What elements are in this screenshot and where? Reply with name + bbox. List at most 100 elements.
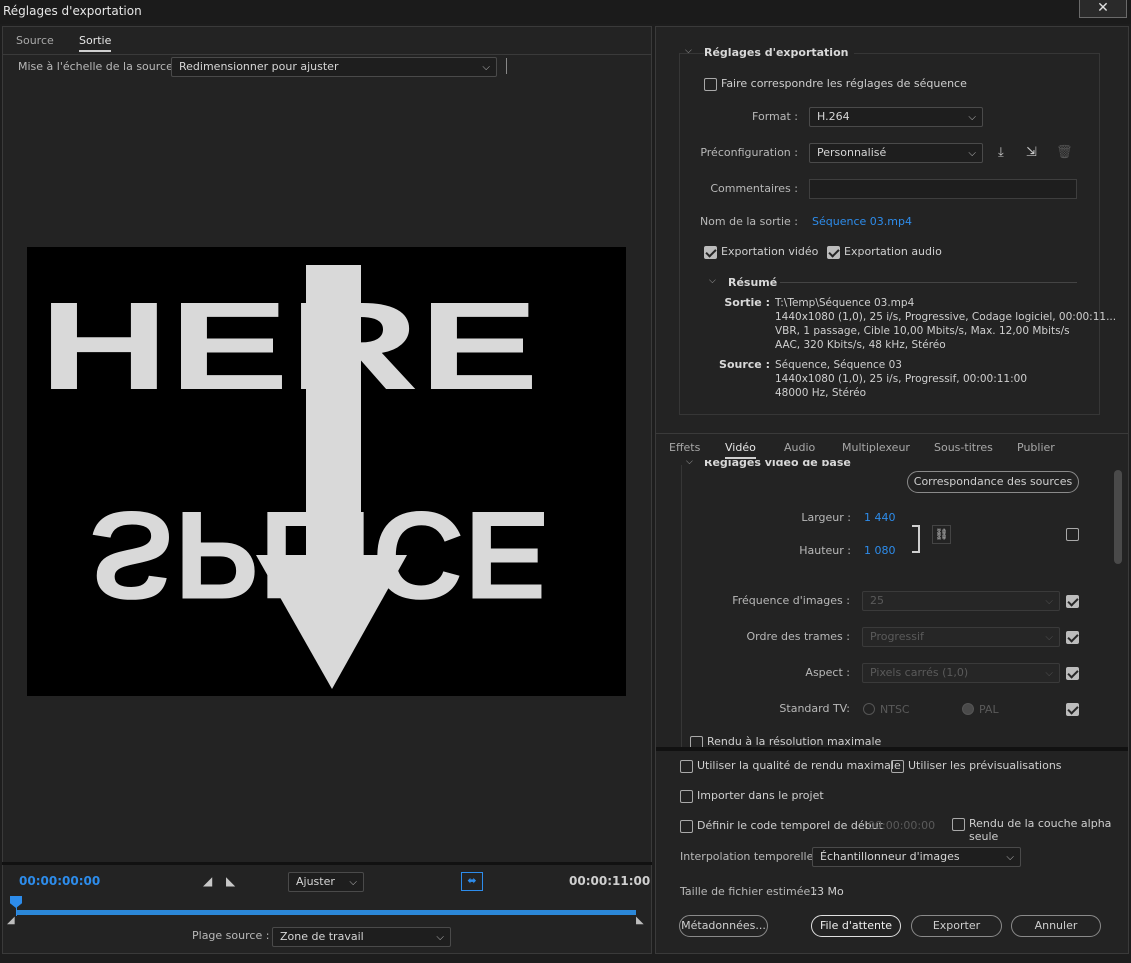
tab-video[interactable]: Vidéo bbox=[725, 441, 756, 459]
chevron-down-icon: ⌵ bbox=[482, 62, 490, 73]
alpha-only-checkbox[interactable] bbox=[952, 818, 965, 831]
export-video-label: Exportation vidéo bbox=[721, 245, 819, 258]
ntsc-label: NTSC bbox=[880, 703, 910, 716]
tab-source[interactable]: Source bbox=[16, 34, 54, 47]
size-override-checkbox[interactable] bbox=[1066, 528, 1079, 541]
ntsc-radio[interactable] bbox=[863, 703, 875, 715]
match-sources-button[interactable]: Correspondance des sources bbox=[907, 471, 1079, 493]
video-section-title: Réglages vidéo de base bbox=[704, 460, 851, 469]
divider bbox=[3, 54, 651, 55]
preset-dropdown[interactable]: Personnalisé ⌵ bbox=[809, 143, 983, 163]
start-timecode-value[interactable]: 00:00:00:00 bbox=[868, 819, 935, 832]
title-bar: Réglages d'exportation ✕ bbox=[0, 0, 1131, 24]
range-dropdown[interactable]: Zone de travail ⌵ bbox=[272, 927, 451, 947]
mark-in-icon[interactable]: ◢ bbox=[203, 874, 212, 888]
height-value[interactable]: 1 080 bbox=[864, 544, 896, 557]
mark-out-icon[interactable]: ◣ bbox=[226, 874, 235, 888]
arrow-shaft bbox=[306, 265, 361, 565]
export-settings-title: Réglages d'exportation bbox=[704, 46, 855, 59]
divider bbox=[506, 58, 507, 74]
match-sequence-checkbox[interactable] bbox=[704, 78, 717, 91]
out-point-icon[interactable]: ◣ bbox=[636, 915, 644, 926]
tab-effects[interactable]: Effets bbox=[669, 441, 700, 454]
link-bracket bbox=[912, 525, 920, 553]
end-timecode: 00:00:11:00 bbox=[569, 874, 651, 888]
format-value: H.264 bbox=[817, 110, 850, 123]
aspect-label: Aspect : bbox=[805, 666, 850, 679]
chevron-down-icon: ⌵ bbox=[1006, 852, 1014, 863]
tab-audio[interactable]: Audio bbox=[784, 441, 815, 454]
summary-source-label: Source : bbox=[719, 358, 770, 371]
fps-dropdown[interactable]: 25 ⌵ bbox=[862, 591, 1060, 611]
divider bbox=[656, 433, 1128, 434]
export-audio-checkbox[interactable] bbox=[827, 246, 840, 259]
fps-checkbox[interactable] bbox=[1066, 595, 1079, 608]
export-button[interactable]: Exporter bbox=[911, 915, 1002, 937]
output-name-link[interactable]: Séquence 03.mp4 bbox=[812, 215, 912, 228]
save-preset-icon[interactable]: ⤓ bbox=[998, 145, 1004, 160]
field-order-checkbox[interactable] bbox=[1066, 631, 1079, 644]
fit-value: Ajuster bbox=[296, 875, 335, 888]
crop-icon[interactable]: ⬌ bbox=[461, 872, 483, 891]
delete-preset-icon[interactable]: 🗑 bbox=[1056, 145, 1073, 160]
max-quality-checkbox[interactable] bbox=[680, 760, 693, 773]
video-preview: HERE SPLICE bbox=[27, 247, 626, 696]
summary-output: T:\Temp\Séquence 03.mp4 1440x1080 (1,0),… bbox=[775, 297, 1117, 351]
use-previews-label: Utiliser les prévisualisations bbox=[908, 759, 1062, 772]
interpolation-dropdown[interactable]: Échantillonneur d'images ⌵ bbox=[812, 847, 1021, 867]
divider bbox=[2, 862, 652, 865]
chevron-down-icon[interactable]: ⌵ bbox=[709, 276, 716, 286]
tv-standard-checkbox[interactable] bbox=[1066, 703, 1079, 716]
start-timecode-checkbox[interactable] bbox=[680, 820, 693, 833]
queue-button[interactable]: File d'attente bbox=[811, 915, 901, 937]
format-dropdown[interactable]: H.264 ⌵ bbox=[809, 107, 983, 127]
unlink-icon[interactable]: ⛓ bbox=[932, 525, 951, 544]
max-resolution-checkbox[interactable] bbox=[690, 736, 703, 747]
import-project-checkbox[interactable] bbox=[680, 790, 693, 803]
output-name-label: Nom de la sortie : bbox=[699, 215, 798, 228]
metadata-button[interactable]: Métadonnées... bbox=[679, 915, 768, 937]
chevron-down-icon: ⌵ bbox=[349, 877, 357, 888]
format-label: Format : bbox=[752, 110, 798, 123]
scale-dropdown[interactable]: Redimensionner pour ajuster ⌵ bbox=[171, 57, 497, 77]
chevron-down-icon[interactable]: ⌵ bbox=[685, 46, 692, 56]
file-size-value: 13 Mo bbox=[810, 885, 844, 898]
summary-output-label: Sortie : bbox=[724, 296, 770, 309]
chevron-down-icon: ⌵ bbox=[436, 932, 444, 943]
use-previews-checkbox[interactable] bbox=[891, 760, 904, 773]
tab-publish[interactable]: Publier bbox=[1017, 441, 1055, 454]
window-title: Réglages d'exportation bbox=[3, 4, 142, 18]
pal-label: PAL bbox=[979, 703, 999, 716]
interpolation-value: Échantillonneur d'images bbox=[820, 850, 960, 863]
aspect-value: Pixels carrés (1,0) bbox=[870, 666, 969, 679]
field-order-dropdown[interactable]: Progressif ⌵ bbox=[862, 627, 1060, 647]
tab-multiplexer[interactable]: Multiplexeur bbox=[842, 441, 910, 454]
playhead-line bbox=[16, 906, 17, 916]
fit-dropdown[interactable]: Ajuster ⌵ bbox=[288, 872, 364, 892]
fps-value: 25 bbox=[870, 594, 884, 607]
timeline-range-bar[interactable] bbox=[16, 910, 636, 915]
width-value[interactable]: 1 440 bbox=[864, 511, 896, 524]
divider bbox=[681, 465, 682, 747]
width-label: Largeur : bbox=[801, 511, 851, 524]
in-point-icon[interactable]: ◢ bbox=[7, 915, 15, 926]
aspect-checkbox[interactable] bbox=[1066, 667, 1079, 680]
video-settings-scroll[interactable]: ⌵ Réglages vidéo de base Correspondance … bbox=[656, 460, 1126, 747]
scrollbar-thumb[interactable] bbox=[1114, 470, 1122, 564]
current-timecode[interactable]: 00:00:00:00 bbox=[19, 874, 100, 888]
tab-captions[interactable]: Sous-titres bbox=[934, 441, 993, 454]
pal-radio[interactable] bbox=[962, 703, 974, 715]
aspect-dropdown[interactable]: Pixels carrés (1,0) ⌵ bbox=[862, 663, 1060, 683]
cancel-button[interactable]: Annuler bbox=[1011, 915, 1101, 937]
preset-label: Préconfiguration : bbox=[700, 146, 798, 159]
divider bbox=[780, 282, 1077, 283]
scale-value: Redimensionner pour ajuster bbox=[179, 60, 339, 73]
tab-output[interactable]: Sortie bbox=[79, 34, 112, 52]
close-button[interactable]: ✕ bbox=[1079, 0, 1127, 18]
height-label: Hauteur : bbox=[799, 544, 851, 557]
import-preset-icon[interactable]: ⇲ bbox=[1026, 145, 1037, 160]
comments-input[interactable] bbox=[809, 179, 1077, 199]
export-video-checkbox[interactable] bbox=[704, 246, 717, 259]
match-sequence-label: Faire correspondre les réglages de séque… bbox=[721, 77, 967, 90]
chevron-down-icon[interactable]: ⌵ bbox=[686, 460, 693, 467]
